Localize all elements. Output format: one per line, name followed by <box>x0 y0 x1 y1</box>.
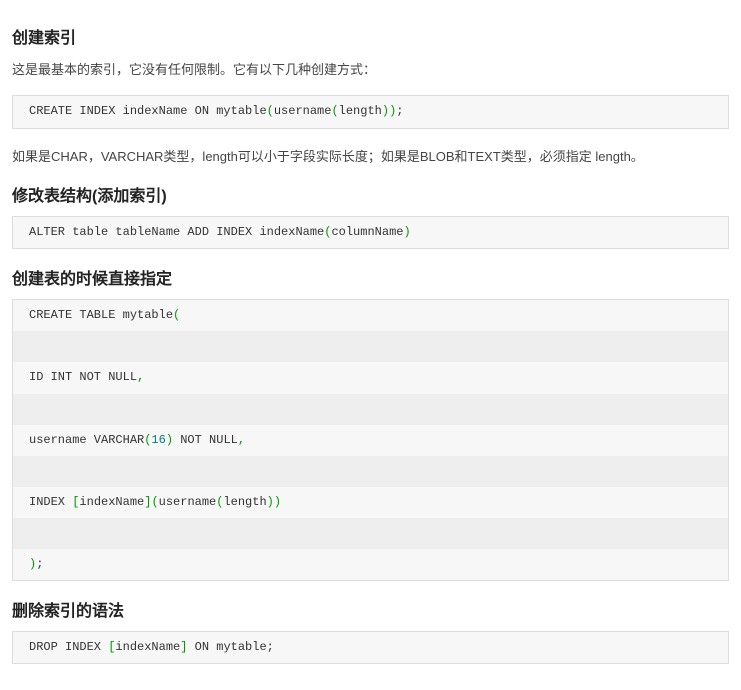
code-line: ALTER table tableName ADD INDEX indexNam… <box>13 217 728 248</box>
code-line: CREATE TABLE mytable( <box>13 300 728 331</box>
code-line: ); <box>13 549 728 580</box>
code-create-index: CREATE INDEX indexName ON mytable(userna… <box>12 95 729 128</box>
heading-alter-table: 修改表结构(添加索引) <box>12 182 729 206</box>
code-line: CREATE INDEX indexName ON mytable(userna… <box>13 96 728 127</box>
heading-drop-index: 删除索引的语法 <box>12 597 729 621</box>
code-line: INDEX [indexName] (username(length)) <box>13 487 728 518</box>
code-create-table: CREATE TABLE mytable( ID INT NOT NULL, u… <box>12 299 729 581</box>
intro-text: 这是最基本的索引，它没有任何限制。它有以下几种创建方式： <box>12 58 729 81</box>
note-text: 如果是CHAR，VARCHAR类型，length可以小于字段实际长度；如果是BL… <box>12 145 729 168</box>
code-line: DROP INDEX [indexName] ON mytable; <box>13 632 728 663</box>
heading-create-table: 创建表的时候直接指定 <box>12 265 729 289</box>
code-line <box>13 394 728 425</box>
code-line: username VARCHAR(16) NOT NULL, <box>13 425 728 456</box>
code-drop-index: DROP INDEX [indexName] ON mytable; <box>12 631 729 664</box>
code-line <box>13 331 728 362</box>
heading-create-index: 创建索引 <box>12 24 729 48</box>
code-line: ID INT NOT NULL, <box>13 362 728 393</box>
code-alter-table: ALTER table tableName ADD INDEX indexNam… <box>12 216 729 249</box>
code-line <box>13 518 728 549</box>
code-line <box>13 456 728 487</box>
